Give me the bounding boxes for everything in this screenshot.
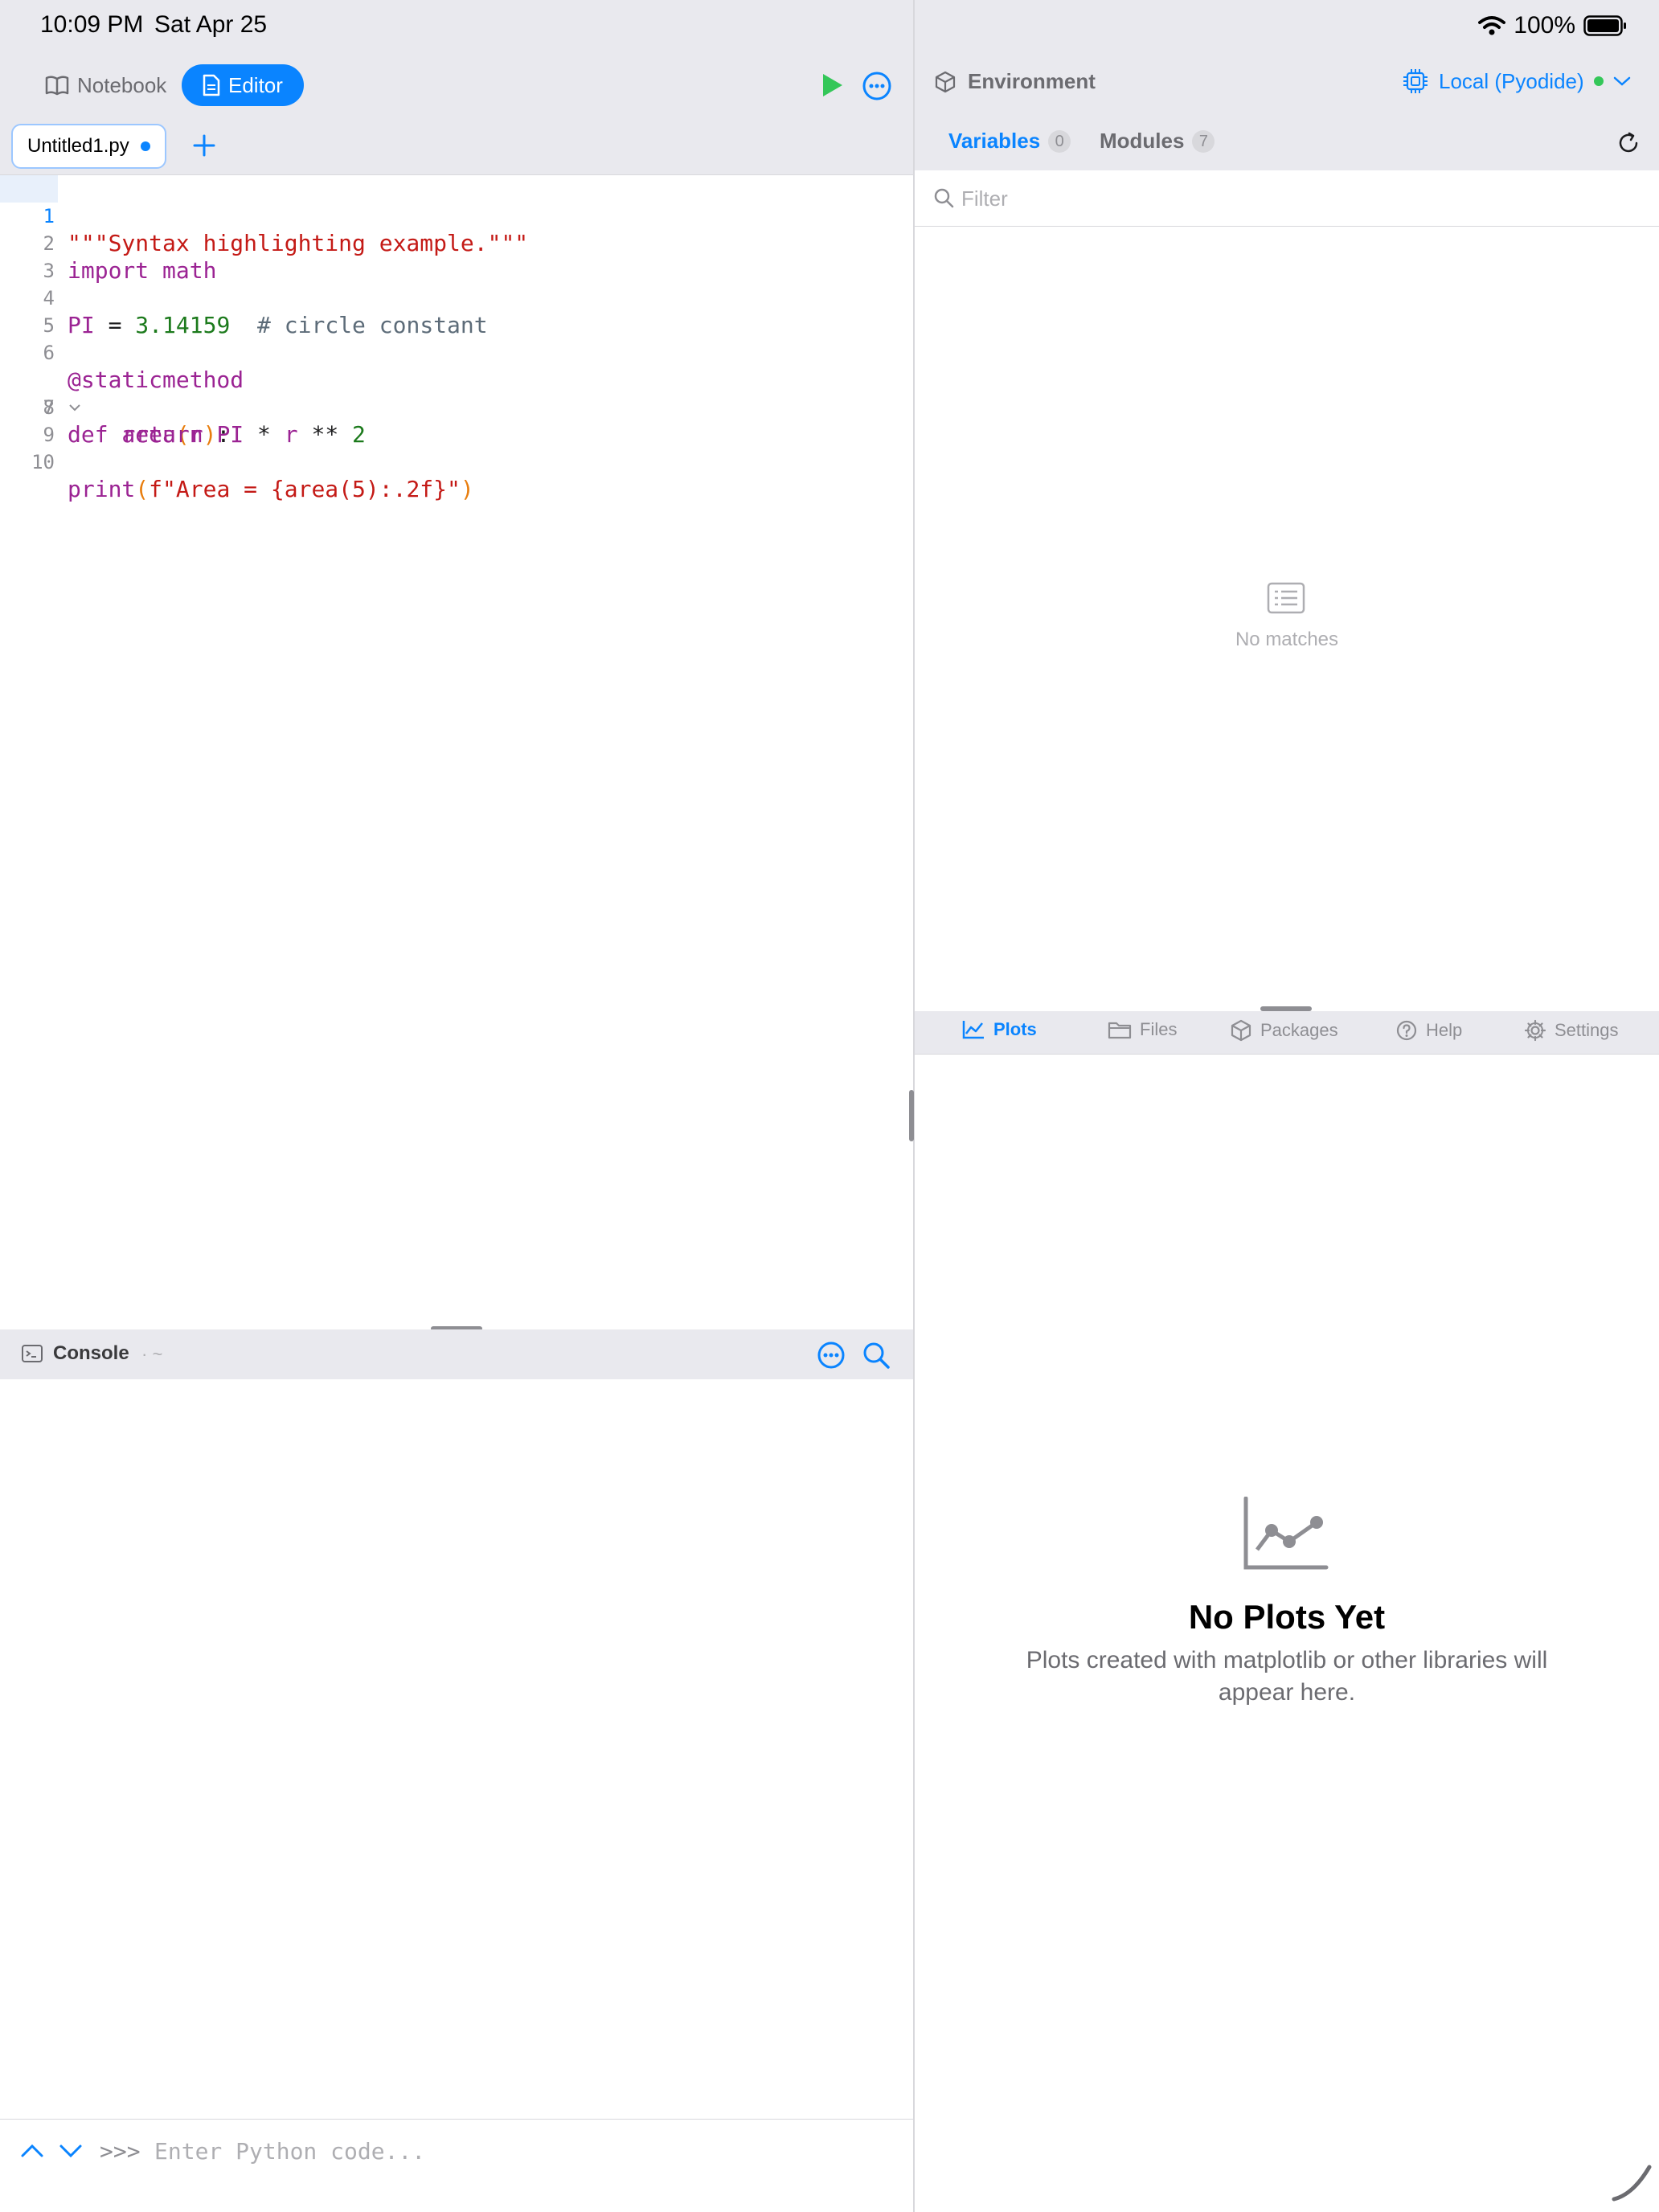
console-input[interactable] <box>154 2133 878 2169</box>
book-icon <box>45 76 69 96</box>
console-more-button[interactable] <box>817 1341 846 1370</box>
tab-modules-label: Modules <box>1100 129 1185 153</box>
status-date: Sat Apr 25 <box>154 11 268 38</box>
paren-token: ( <box>135 476 150 502</box>
question-icon <box>1396 1020 1417 1041</box>
console-label: Console <box>53 1342 129 1364</box>
console-prompt: >>> <box>100 2138 141 2165</box>
variables-count-badge: 0 <box>1048 129 1071 153</box>
plus-icon <box>193 134 215 157</box>
variables-list <box>915 227 1659 1006</box>
editor-mode-label: Editor <box>228 72 283 97</box>
status-indicators: 100% <box>1478 10 1627 42</box>
console-search-button[interactable] <box>862 1341 891 1370</box>
code-line: 8 return PI * r ** 2 <box>0 367 913 448</box>
list-icon <box>1267 582 1305 614</box>
tab-files-label: Files <box>1140 1019 1178 1039</box>
battery-percent: 100% <box>1514 12 1575 39</box>
console-title: Console <box>21 1342 129 1365</box>
file-tab-untitled1[interactable]: Untitled1.py <box>11 124 166 169</box>
cube-icon <box>1231 1019 1251 1042</box>
more-options-button[interactable] <box>862 71 892 101</box>
code-line: 9 <box>0 394 913 446</box>
tab-plots-label: Plots <box>993 1019 1037 1039</box>
console-header <box>0 1329 913 1379</box>
file-tab-label: Untitled1.py <box>27 135 129 157</box>
tab-settings-label: Settings <box>1555 1020 1619 1040</box>
code-text: print(f"Area = {area(5):.2f}") <box>68 476 474 503</box>
notebook-mode-label: Notebook <box>77 72 167 97</box>
tab-settings[interactable]: Settings <box>1524 1019 1619 1042</box>
runtime-status-dot <box>1593 76 1604 86</box>
tab-modules[interactable]: Modules 7 <box>1100 129 1215 154</box>
code-editor[interactable]: 1 """Syntax highlighting example.""" 2 i… <box>0 175 913 1326</box>
tab-plots[interactable]: Plots <box>961 1019 1037 1040</box>
runtime-label: Local (Pyodide) <box>1439 68 1584 93</box>
no-plots-title: No Plots Yet <box>1188 1598 1386 1636</box>
search-icon <box>934 188 954 208</box>
history-down-button[interactable] <box>58 2138 84 2164</box>
function-name-token: print <box>68 476 136 502</box>
paren-token: ) <box>460 476 474 502</box>
no-plots-description: Plots created with matplotlib or other l… <box>1026 1647 1548 1706</box>
chart-icon <box>962 1021 984 1039</box>
terminal-icon <box>22 1345 43 1362</box>
code-line: 1 """Syntax highlighting example.""" <box>0 175 913 256</box>
pane-resize-handle[interactable] <box>909 1090 914 1141</box>
console-path: · ~ <box>141 1344 163 1364</box>
gear-icon <box>1524 1019 1546 1042</box>
folder-icon <box>1108 1022 1132 1039</box>
tab-packages-label: Packages <box>1260 1020 1338 1040</box>
cube-icon <box>935 71 956 92</box>
document-icon <box>203 74 220 96</box>
code-line: 10 print(f"Area = {area(5):.2f}") <box>0 421 913 502</box>
tab-variables[interactable]: Variables 0 <box>948 129 1071 154</box>
environment-label: Environment <box>968 69 1096 93</box>
status-time: 10:09 PM <box>40 11 144 38</box>
editor-mode-button[interactable]: Editor <box>182 64 304 106</box>
code-line: 5 <box>0 285 913 337</box>
notebook-mode-button[interactable]: Notebook <box>24 64 187 106</box>
chevron-down-icon <box>1613 76 1630 86</box>
console-output[interactable] <box>0 1379 913 2119</box>
tab-help-label: Help <box>1426 1020 1463 1040</box>
chart-icon <box>1243 1497 1329 1570</box>
tab-files[interactable]: Files <box>1108 1019 1177 1040</box>
code-line: 4 PI = 3.14159 # circle constant <box>0 257 913 338</box>
filter-input[interactable] <box>961 182 1620 215</box>
empty-state-label: No matches <box>1235 629 1339 650</box>
code-line: 2 import math <box>0 203 913 284</box>
code-line: 3 <box>0 230 913 282</box>
add-tab-button[interactable] <box>190 130 219 162</box>
runtime-selector[interactable]: Local (Pyodide) <box>1402 68 1631 95</box>
code-line: 6 @staticmethod <box>0 312 913 393</box>
pencil-scribble-icon <box>1612 2165 1652 2202</box>
cpu-icon <box>1403 69 1428 93</box>
history-up-button[interactable] <box>19 2138 45 2164</box>
tab-variables-label: Variables <box>948 129 1041 153</box>
environment-title: Environment <box>934 69 1096 94</box>
code-line: 7 def area(r): <box>0 339 913 448</box>
line-number: 10 <box>31 451 55 473</box>
tab-packages[interactable]: Packages <box>1230 1019 1338 1042</box>
run-button[interactable] <box>817 71 846 100</box>
wifi-icon <box>1478 16 1506 35</box>
battery-icon <box>1583 15 1626 36</box>
tab-help[interactable]: Help <box>1395 1019 1462 1042</box>
unsaved-indicator <box>140 141 150 151</box>
string-token: f"Area = {area(5):.2f}" <box>149 476 461 502</box>
refresh-button[interactable] <box>1616 130 1641 156</box>
modules-count-badge: 7 <box>1192 129 1215 153</box>
